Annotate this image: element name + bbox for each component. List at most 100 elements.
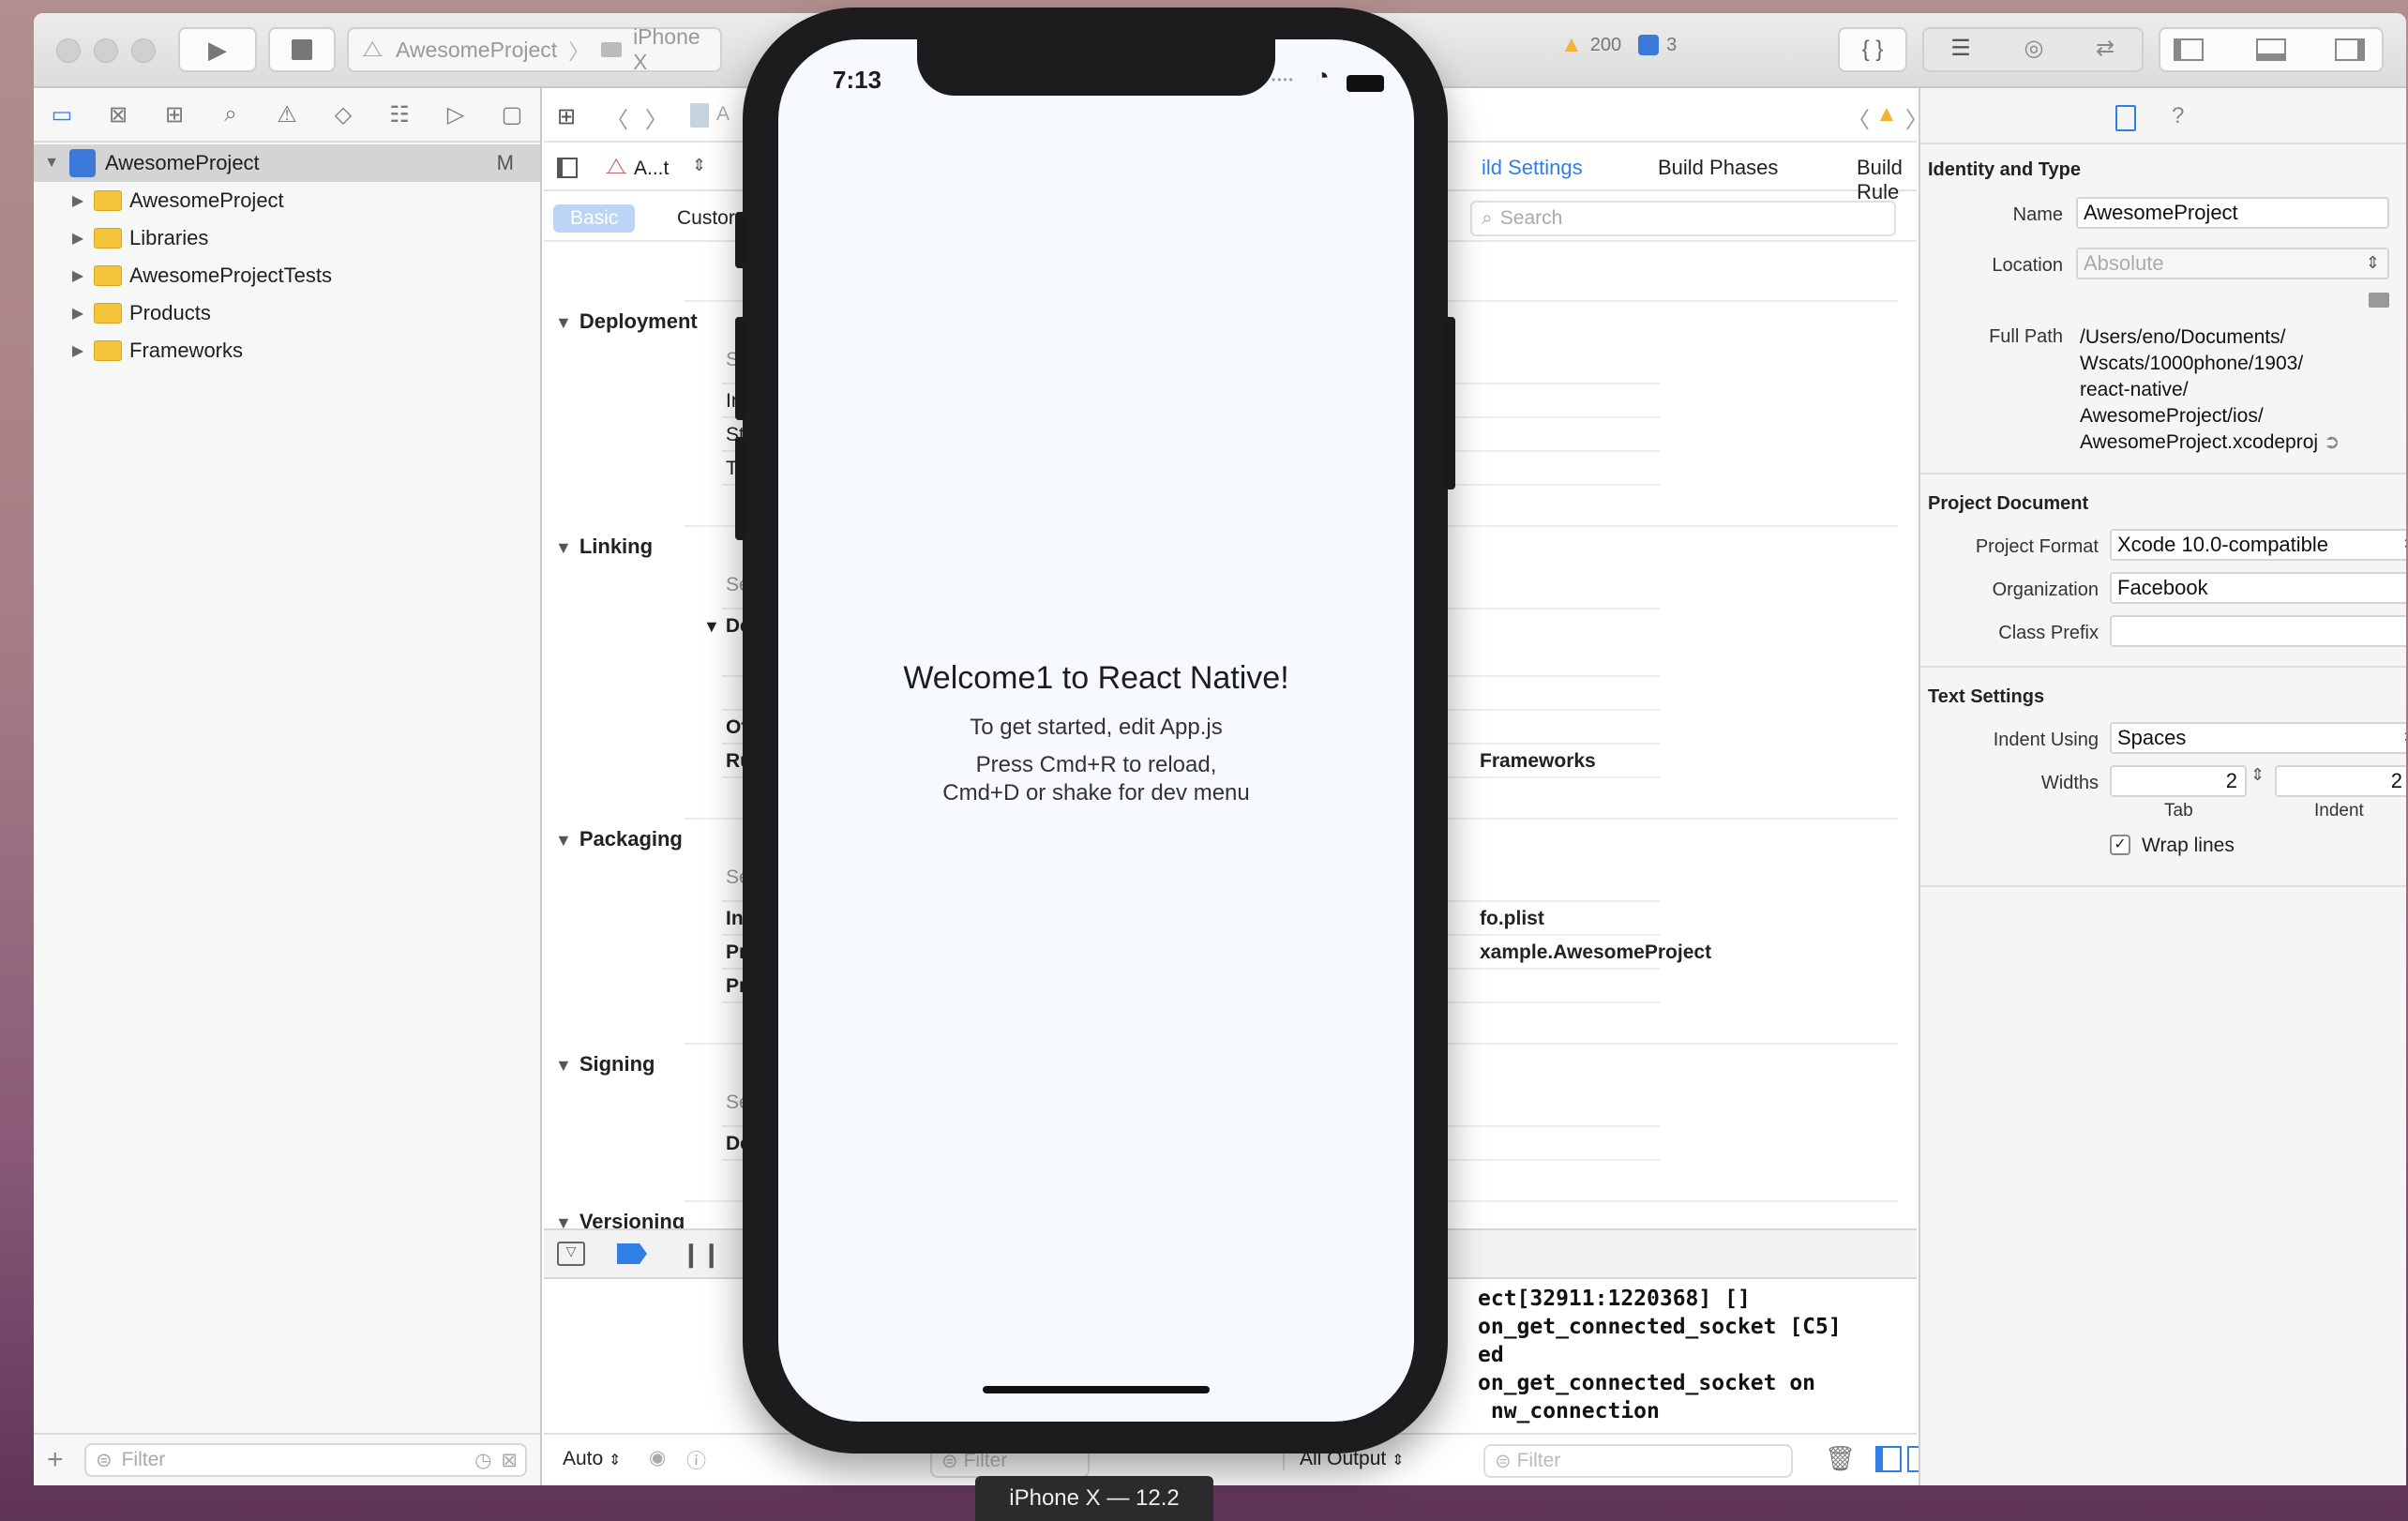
disclosure-down-icon[interactable]: ▼ bbox=[555, 313, 572, 332]
console-filter-field[interactable]: ⊜ Filter bbox=[1483, 1444, 1793, 1478]
choose-folder-icon[interactable] bbox=[2369, 293, 2389, 308]
welcome-title: Welcome1 to React Native! bbox=[903, 660, 1289, 696]
tab-build-phases[interactable]: Build Phases bbox=[1658, 156, 1778, 180]
disclosure-right-icon[interactable]: ▶ bbox=[68, 304, 88, 323]
setting-value[interactable]: xample.AwesomeProject bbox=[1480, 941, 1711, 964]
reveal-in-finder-icon[interactable]: ➲ bbox=[2324, 431, 2340, 453]
hide-debug-area-icon[interactable]: ▽ bbox=[557, 1242, 585, 1266]
warnings-indicator[interactable]: ▲ 200 3 bbox=[1560, 32, 1677, 58]
close-window-button[interactable] bbox=[56, 38, 81, 63]
disclosure-down-icon[interactable]: ▼ bbox=[555, 1213, 572, 1228]
tree-root-row[interactable]: ▼ AwesomeProject M bbox=[34, 144, 540, 182]
setting-value[interactable]: Frameworks bbox=[1480, 750, 1596, 773]
warnings-count: 200 bbox=[1589, 34, 1622, 55]
trash-icon[interactable]: 🗑 bbox=[1825, 1444, 1856, 1473]
version-editor-icon[interactable]: ⇄ bbox=[2082, 35, 2129, 62]
setting-value[interactable]: fo.plist bbox=[1480, 908, 1544, 930]
zoom-window-button[interactable] bbox=[131, 38, 156, 63]
tree-item[interactable]: ▶ Products bbox=[34, 294, 540, 332]
related-items-icon[interactable]: ⊞ bbox=[557, 103, 576, 130]
add-icon[interactable]: + bbox=[47, 1444, 75, 1476]
scheme-selector[interactable]: ⧍ AwesomeProject 〉 iPhone X bbox=[347, 24, 722, 74]
section-signing[interactable]: ▼ Signing bbox=[555, 1052, 655, 1077]
pause-icon[interactable]: ❙❙ bbox=[681, 1240, 722, 1269]
file-inspector-icon[interactable] bbox=[2115, 105, 2136, 131]
variables-scope-selector[interactable]: Auto ⇕ bbox=[563, 1448, 621, 1470]
info-icon[interactable]: ⓘ bbox=[686, 1446, 706, 1474]
volume-up-button[interactable] bbox=[735, 317, 746, 420]
section-versioning[interactable]: ▼ Versioning bbox=[555, 1210, 685, 1228]
tree-item[interactable]: ▶ Frameworks bbox=[34, 332, 540, 369]
toggle-navigator-icon[interactable] bbox=[2174, 38, 2204, 61]
tree-item[interactable]: ▶ Libraries bbox=[34, 219, 540, 257]
tab-width-stepper[interactable]: ⇕ bbox=[2250, 765, 2265, 785]
standard-editor-icon[interactable]: ☰ bbox=[1937, 35, 1984, 62]
source-control-icon[interactable]: ⊠ bbox=[90, 87, 146, 142]
help-icon[interactable]: ? bbox=[2172, 103, 2184, 129]
disclosure-down-icon[interactable]: ▼ bbox=[41, 155, 62, 172]
warning-icon[interactable]: ▲ bbox=[1875, 101, 1898, 128]
navigator-filter-placeholder: Filter bbox=[121, 1449, 166, 1470]
updown-arrows-icon[interactable]: ⇕ bbox=[692, 156, 706, 175]
organization-field[interactable]: Facebook bbox=[2110, 572, 2406, 604]
section-packaging[interactable]: ▼ Packaging bbox=[555, 827, 683, 851]
toggle-inspector-icon[interactable] bbox=[2335, 38, 2365, 61]
assistant-editor-icon[interactable]: ◎ bbox=[2010, 35, 2057, 62]
simulator-screen[interactable]: 7:13 •••• ◔ Welcome1 to React Native! To… bbox=[778, 39, 1414, 1422]
search-icon[interactable]: ⌕ bbox=[203, 87, 259, 142]
quick-look-icon[interactable]: ◉ bbox=[649, 1446, 666, 1469]
volume-down-button[interactable] bbox=[735, 437, 746, 540]
disclosure-right-icon[interactable]: ▶ bbox=[68, 191, 88, 210]
filter-basic-button[interactable]: Basic bbox=[553, 204, 636, 233]
folder-navigator-icon[interactable]: ▭ bbox=[34, 87, 90, 142]
disclosure-right-icon[interactable]: ▶ bbox=[68, 266, 88, 285]
class-prefix-field[interactable] bbox=[2110, 615, 2406, 647]
jumpbar-path[interactable]: A bbox=[716, 103, 730, 126]
target-selector[interactable]: A...t bbox=[634, 158, 669, 180]
breakpoints-toggle-icon[interactable] bbox=[617, 1243, 647, 1264]
indent-using-select[interactable]: Spaces ⇕ bbox=[2110, 722, 2406, 754]
navigator-filter-field[interactable]: ⊜ Filter ◷ ⊠ bbox=[84, 1443, 527, 1477]
library-button[interactable]: { } bbox=[1838, 27, 1907, 72]
back-chevron-icon[interactable]: 〈 bbox=[606, 101, 628, 134]
breakpoint-navigator-icon[interactable]: ▷ bbox=[428, 87, 484, 142]
warning-navigator-icon[interactable]: ⚠ bbox=[259, 87, 315, 142]
test-navigator-icon[interactable]: ◇ bbox=[315, 87, 371, 142]
disclosure-down-icon[interactable]: ▼ bbox=[703, 617, 720, 636]
scm-filter-icon[interactable]: ⊠ bbox=[501, 1449, 518, 1472]
hide-targets-icon[interactable] bbox=[557, 158, 578, 178]
tree-item[interactable]: ▶ AwesomeProjectTests bbox=[34, 257, 540, 294]
prev-issue-chevron-icon[interactable]: 〈 bbox=[1847, 101, 1870, 134]
location-select[interactable]: Absolute ⇕ bbox=[2076, 248, 2389, 279]
disclosure-right-icon[interactable]: ▶ bbox=[68, 229, 88, 248]
tab-width-field[interactable]: 2 bbox=[2110, 765, 2247, 797]
minimize-window-button[interactable] bbox=[94, 38, 118, 63]
forward-chevron-icon[interactable]: 〉 bbox=[645, 101, 668, 134]
recent-files-icon[interactable]: ◷ bbox=[474, 1449, 491, 1472]
disclosure-down-icon[interactable]: ▼ bbox=[555, 831, 572, 850]
path-line: AwesomeProject.xcodeproj bbox=[2080, 431, 2319, 453]
stop-button[interactable] bbox=[268, 27, 336, 72]
home-indicator[interactable] bbox=[983, 1386, 1210, 1393]
project-format-select[interactable]: Xcode 10.0-compatible ⇕ bbox=[2110, 529, 2406, 561]
tree-item[interactable]: ▶ AwesomeProject bbox=[34, 182, 540, 219]
run-button[interactable]: ▶ bbox=[178, 27, 257, 72]
project-format-value: Xcode 10.0-compatible bbox=[2117, 533, 2329, 556]
tab-build-settings[interactable]: ild Settings bbox=[1482, 156, 1583, 180]
split-left-icon[interactable] bbox=[1875, 1446, 1902, 1472]
side-button[interactable] bbox=[1444, 317, 1455, 489]
section-deployment[interactable]: ▼ Deployment bbox=[555, 309, 698, 334]
wrap-lines-checkbox[interactable]: ✓ bbox=[2110, 835, 2130, 855]
symbol-navigator-icon[interactable]: ⊞ bbox=[146, 87, 203, 142]
name-field[interactable]: AwesomeProject bbox=[2076, 197, 2389, 229]
debug-navigator-icon[interactable]: ☷ bbox=[371, 87, 428, 142]
toggle-debug-area-icon[interactable] bbox=[2256, 38, 2286, 61]
mute-switch[interactable] bbox=[735, 212, 746, 268]
report-navigator-icon[interactable]: ▢ bbox=[484, 87, 540, 142]
section-linking[interactable]: ▼ Linking bbox=[555, 535, 653, 559]
disclosure-right-icon[interactable]: ▶ bbox=[68, 341, 88, 360]
disclosure-down-icon[interactable]: ▼ bbox=[555, 1056, 572, 1075]
settings-search-field[interactable]: ⌕ Search bbox=[1470, 201, 1896, 236]
indent-width-field[interactable]: 2 bbox=[2275, 765, 2406, 797]
disclosure-down-icon[interactable]: ▼ bbox=[555, 538, 572, 557]
